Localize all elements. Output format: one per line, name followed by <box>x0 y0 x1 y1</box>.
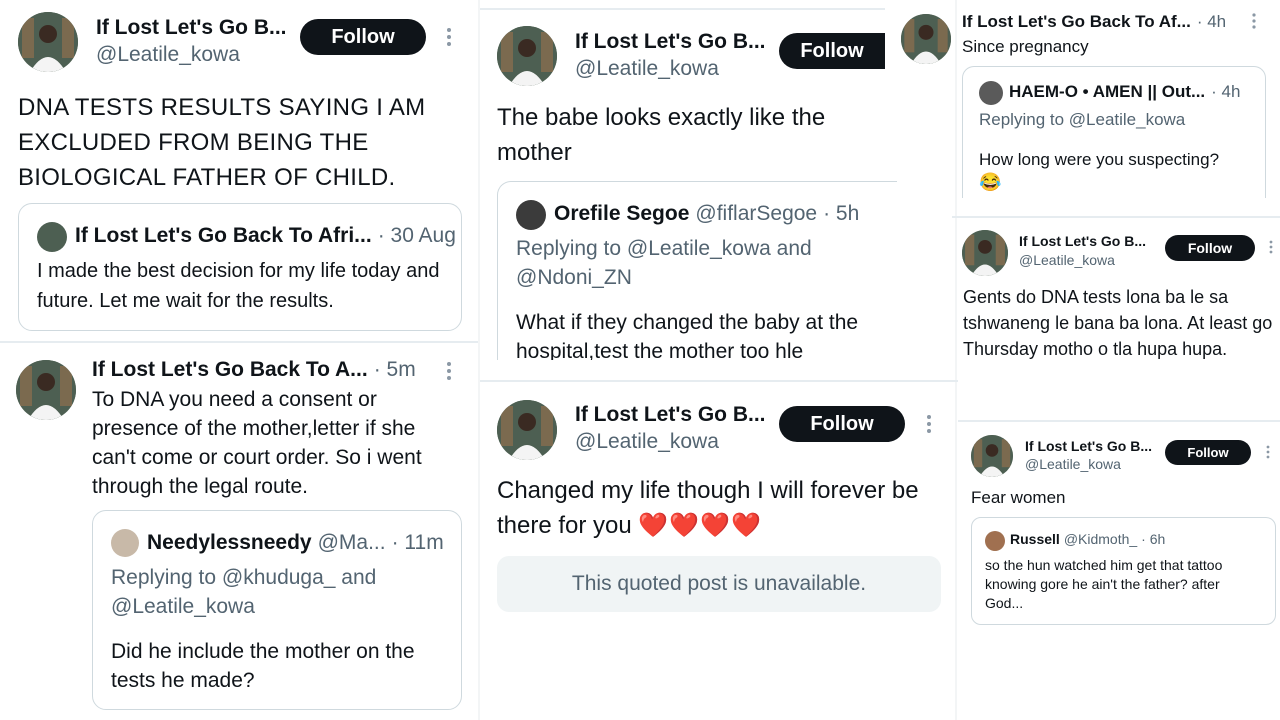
author-handle[interactable]: @Leatile_kowa <box>575 57 719 81</box>
divider <box>480 8 885 10</box>
avatar[interactable] <box>497 26 557 86</box>
follow-button[interactable]: Follow <box>779 33 885 69</box>
quoted-timestamp: · 30 Aug <box>377 224 456 247</box>
author-name[interactable]: If Lost Let's Go B... <box>575 403 766 427</box>
avatar[interactable] <box>497 400 557 460</box>
quoted-handle: @Ma... <box>317 531 386 554</box>
quoted-author-name: HAEM-O • AMEN || Out... <box>1009 82 1206 101</box>
follow-button[interactable]: Follow <box>779 406 905 442</box>
quoted-handle: @fiflarSegoe <box>695 202 818 225</box>
divider <box>0 341 478 343</box>
avatar[interactable] <box>18 12 78 72</box>
column-divider <box>955 0 957 720</box>
avatar[interactable] <box>16 360 76 420</box>
avatar <box>979 81 1003 105</box>
quoted-text: so the hun watched him get that tattoo k… <box>985 557 1223 611</box>
quoted-post[interactable]: If Lost Let's Go Back To Afri... · 30 Au… <box>18 203 462 331</box>
avatar <box>37 222 67 252</box>
more-options-icon[interactable] <box>1263 444 1273 460</box>
more-options-icon[interactable] <box>1248 12 1260 30</box>
post-text: The babe looks exactly like the mother <box>497 104 826 166</box>
quoted-post[interactable]: Needylessneedy @Ma... · 11m Replying to … <box>92 510 462 710</box>
quoted-post[interactable]: Russell @Kidmoth_ · 6h so the hun watche… <box>971 517 1276 625</box>
follow-button[interactable]: Follow <box>300 19 426 55</box>
post-text: To DNA you need a consent or presence of… <box>92 388 422 498</box>
quoted-timestamp: · 4h <box>1211 82 1241 101</box>
author-name[interactable]: If Lost Let's Go B... <box>575 30 766 54</box>
follow-button[interactable]: Follow <box>1165 235 1255 261</box>
author-name[interactable]: If Lost Let's Go Back To Af... <box>962 12 1191 32</box>
quoted-timestamp: · 5h <box>823 202 860 225</box>
author-name[interactable]: If Lost Let's Go B... <box>1025 438 1152 454</box>
post-text: Since pregnancy <box>962 37 1089 56</box>
author-handle[interactable]: @Leatile_kowa <box>96 43 240 67</box>
more-options-icon[interactable] <box>922 413 936 435</box>
divider <box>958 420 1280 422</box>
quoted-text: How long were you suspecting? <box>979 150 1220 169</box>
hearts-emoji: ❤️❤️❤️❤️ <box>638 512 762 539</box>
avatar[interactable] <box>901 14 951 64</box>
laughing-emoji: 😂 <box>979 172 1002 192</box>
avatar[interactable] <box>971 435 1013 477</box>
timestamp: · 5m <box>373 358 416 381</box>
post-text: Fear women <box>971 488 1066 507</box>
more-options-icon[interactable] <box>442 26 456 48</box>
quoted-post[interactable]: HAEM-O • AMEN || Out... · 4h Replying to… <box>962 66 1266 198</box>
more-options-icon[interactable] <box>1266 239 1276 255</box>
quoted-author-name: Orefile Segoe <box>554 202 690 225</box>
divider <box>952 216 1280 218</box>
author-name[interactable]: If Lost Let's Go B... <box>1019 233 1146 249</box>
replying-to: Replying to @khuduga_ and @Leatile_kowa <box>111 566 377 618</box>
author-name[interactable]: If Lost Let's Go B... <box>96 16 287 40</box>
avatar <box>516 200 546 230</box>
replying-to: Replying to @Leatile_kowa <box>979 110 1186 129</box>
quoted-text: Did he include the mother on the tests h… <box>111 640 415 692</box>
column-divider <box>478 0 480 720</box>
timestamp: · 4h <box>1196 12 1227 31</box>
follow-button[interactable]: Follow <box>1165 440 1251 465</box>
quoted-text: I made the best decision for my life tod… <box>37 260 440 312</box>
post-text: Changed my life though I will forever be… <box>497 473 947 543</box>
avatar[interactable] <box>962 230 1008 276</box>
author-handle[interactable]: @Leatile_kowa <box>1019 252 1115 268</box>
more-options-icon[interactable] <box>442 360 456 382</box>
quoted-author-name: If Lost Let's Go Back To Afri... <box>75 224 372 247</box>
quoted-text: What if they changed the baby at the hos… <box>516 311 859 360</box>
author-handle[interactable]: @Leatile_kowa <box>575 430 719 454</box>
divider <box>480 380 958 382</box>
replying-to: Replying to @Leatile_kowa and @Ndoni_ZN <box>516 237 812 289</box>
quoted-timestamp: · 11m <box>391 531 444 554</box>
post-text: DNA TESTS RESULTS SAYING I AM EXCLUDED F… <box>18 94 426 191</box>
unavailable-quote: This quoted post is unavailable. <box>497 556 941 612</box>
quoted-timestamp: · 6h <box>1141 531 1166 547</box>
post-text: Gents do DNA tests lona ba le sa tshwane… <box>963 287 1273 359</box>
avatar <box>985 531 1005 551</box>
quoted-handle: @Kidmoth_ <box>1063 531 1138 547</box>
quoted-post[interactable]: Orefile Segoe @fiflarSegoe · 5h Replying… <box>497 181 897 360</box>
author-handle[interactable]: @Leatile_kowa <box>1025 456 1121 472</box>
quoted-author-name: Needylessneedy <box>147 531 312 554</box>
avatar <box>111 529 139 557</box>
author-name[interactable]: If Lost Let's Go Back To A... <box>92 358 368 382</box>
quoted-author-name: Russell <box>1010 531 1060 547</box>
